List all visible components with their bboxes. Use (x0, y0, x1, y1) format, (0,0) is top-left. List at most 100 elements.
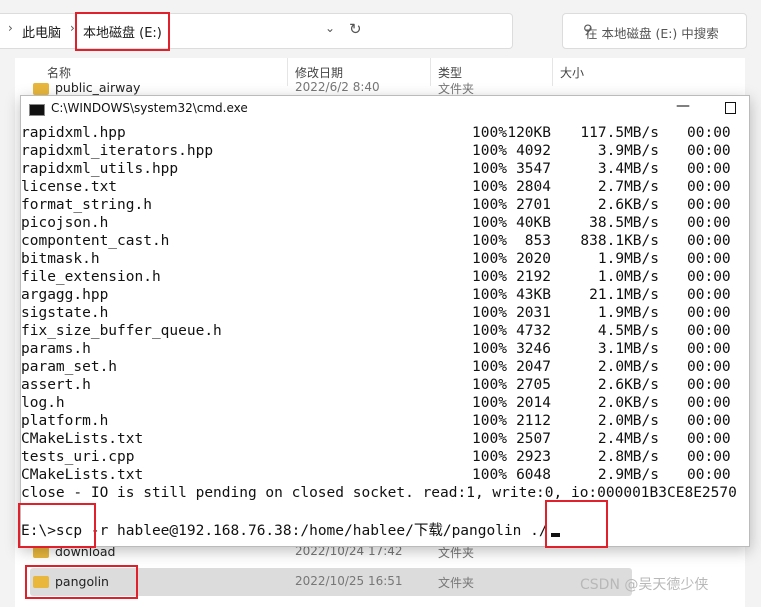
search-placeholder: 在 本地磁盘 (E:) 中搜索 (585, 26, 719, 41)
transfer-time: 00:00 (687, 125, 731, 141)
transfer-speed: 2.6KB/s (597, 197, 659, 213)
transfer-speed: 2.6KB/s (597, 377, 659, 393)
command-input[interactable]: scp -r hablee@192.168.76.38:/home/hablee… (56, 523, 548, 539)
search-input[interactable]: ⚲ 在 本地磁盘 (E:) 中搜索 (562, 13, 747, 49)
transfer-filename: CMakeLists.txt (21, 467, 144, 483)
breadcrumb-this-pc[interactable]: 此电脑 (22, 22, 61, 41)
transfer-filename: rapidxml.hpp (21, 125, 126, 141)
transfer-size: 120KB (507, 125, 551, 141)
transfer-time: 00:00 (687, 161, 731, 177)
transfer-time: 00:00 (687, 431, 731, 447)
transfer-time: 00:00 (687, 215, 731, 231)
transfer-speed: 2.7MB/s (597, 179, 659, 195)
transfer-size: 2014 (516, 395, 551, 411)
transfer-size: 3547 (516, 161, 551, 177)
transfer-time: 00:00 (687, 359, 731, 375)
folder-icon (33, 83, 49, 95)
transfer-speed: 2.4MB/s (597, 431, 659, 447)
transfer-size: 2507 (516, 431, 551, 447)
transfer-filename: platform.h (21, 413, 109, 429)
transfer-size: 2192 (516, 269, 551, 285)
transfer-time: 00:00 (687, 395, 731, 411)
minimize-icon[interactable]: — (676, 98, 690, 114)
transfer-time: 00:00 (687, 233, 731, 249)
transfer-size: 2031 (516, 305, 551, 321)
file-row-name[interactable]: public_airway (55, 80, 140, 95)
file-row-date: 2022/6/2 8:40 (295, 80, 380, 94)
file-row-date: 2022/10/25 16:51 (295, 574, 403, 588)
transfer-size: 2804 (516, 179, 551, 195)
transfer-filename: param_set.h (21, 359, 118, 375)
transfer-time: 00:00 (687, 305, 731, 321)
transfer-time: 00:00 (687, 449, 731, 465)
transfer-filename: picojson.h (21, 215, 109, 231)
chevron-right-icon: › (8, 21, 13, 35)
transfer-size: 6048 (516, 467, 551, 483)
transfer-speed: 2.8MB/s (597, 449, 659, 465)
transfer-size: 2020 (516, 251, 551, 267)
transfer-filename: argagg.hpp (21, 287, 109, 303)
maximize-icon[interactable] (725, 102, 736, 114)
highlight-box (25, 565, 138, 599)
transfer-speed: 3.1MB/s (597, 341, 659, 357)
transfer-time: 00:00 (687, 179, 731, 195)
transfer-speed: 117.5MB/s (580, 125, 659, 141)
column-date[interactable]: 修改日期 (295, 64, 343, 81)
cmd-window[interactable]: C:\WINDOWS\system32\cmd.exe — rapidxml.h… (20, 95, 750, 547)
file-row-type: 文件夹 (438, 576, 475, 590)
transfer-time: 00:00 (687, 143, 731, 159)
transfer-size: 2701 (516, 197, 551, 213)
transfer-filename: assert.h (21, 377, 91, 393)
transfer-time: 00:00 (687, 377, 731, 393)
transfer-filename: params.h (21, 341, 91, 357)
transfer-speed: 3.4MB/s (597, 161, 659, 177)
transfer-size: 2112 (516, 413, 551, 429)
transfer-size: 40KB (516, 215, 551, 231)
transfer-size: 4732 (516, 323, 551, 339)
transfer-filename: license.txt (21, 179, 118, 195)
transfer-time: 00:00 (687, 251, 731, 267)
transfer-speed: 3.9MB/s (597, 143, 659, 159)
transfer-size: 3246 (516, 341, 551, 357)
transfer-filename: file_extension.h (21, 269, 161, 285)
transfer-size: 43KB (516, 287, 551, 303)
cmd-title-bar[interactable]: C:\WINDOWS\system32\cmd.exe — (21, 96, 749, 122)
transfer-speed: 1.0MB/s (597, 269, 659, 285)
column-name[interactable]: 名称 (47, 64, 71, 81)
cmd-title: C:\WINDOWS\system32\cmd.exe (51, 101, 248, 115)
refresh-icon[interactable]: ↻ (349, 20, 362, 38)
transfer-time: 00:00 (687, 323, 731, 339)
highlight-box (18, 503, 96, 548)
transfer-size: 4092 (516, 143, 551, 159)
transfer-size: 2047 (516, 359, 551, 375)
transfer-speed: 2.0MB/s (597, 413, 659, 429)
transfer-speed: 38.5MB/s (589, 215, 659, 231)
transfer-filename: log.h (21, 395, 65, 411)
transfer-filename: tests_uri.cpp (21, 449, 135, 465)
column-type[interactable]: 类型 (438, 64, 462, 81)
transfer-speed: 1.9MB/s (597, 305, 659, 321)
watermark: CSDN @吴天德少侠 (580, 577, 709, 593)
transfer-filename: CMakeLists.txt (21, 431, 144, 447)
transfer-time: 00:00 (687, 269, 731, 285)
transfer-filename: format_string.h (21, 197, 152, 213)
transfer-filename: bitmask.h (21, 251, 100, 267)
transfer-speed: 2.0KB/s (597, 395, 659, 411)
highlight-box (545, 500, 608, 548)
cmd-icon (29, 104, 45, 116)
chevron-down-icon[interactable]: ⌄ (325, 21, 335, 35)
column-size[interactable]: 大小 (560, 64, 584, 81)
transfer-filename: sigstate.h (21, 305, 109, 321)
transfer-speed: 1.9MB/s (597, 251, 659, 267)
transfer-time: 00:00 (687, 467, 731, 483)
transfer-filename: compontent_cast.h (21, 233, 170, 249)
transfer-speed: 2.0MB/s (597, 359, 659, 375)
transfer-speed: 21.1MB/s (589, 287, 659, 303)
transfer-speed: 4.5MB/s (597, 323, 659, 339)
transfer-size: 2705 (516, 377, 551, 393)
command-line[interactable]: E:\>scp -r hablee@192.168.76.38:/home/ha… (21, 522, 560, 540)
transfer-filename: rapidxml_utils.hpp (21, 161, 179, 177)
transfer-filename: fix_size_buffer_queue.h (21, 323, 222, 339)
transfer-filename: rapidxml_iterators.hpp (21, 143, 214, 159)
error-line: close - IO is still pending on closed so… (21, 485, 737, 501)
